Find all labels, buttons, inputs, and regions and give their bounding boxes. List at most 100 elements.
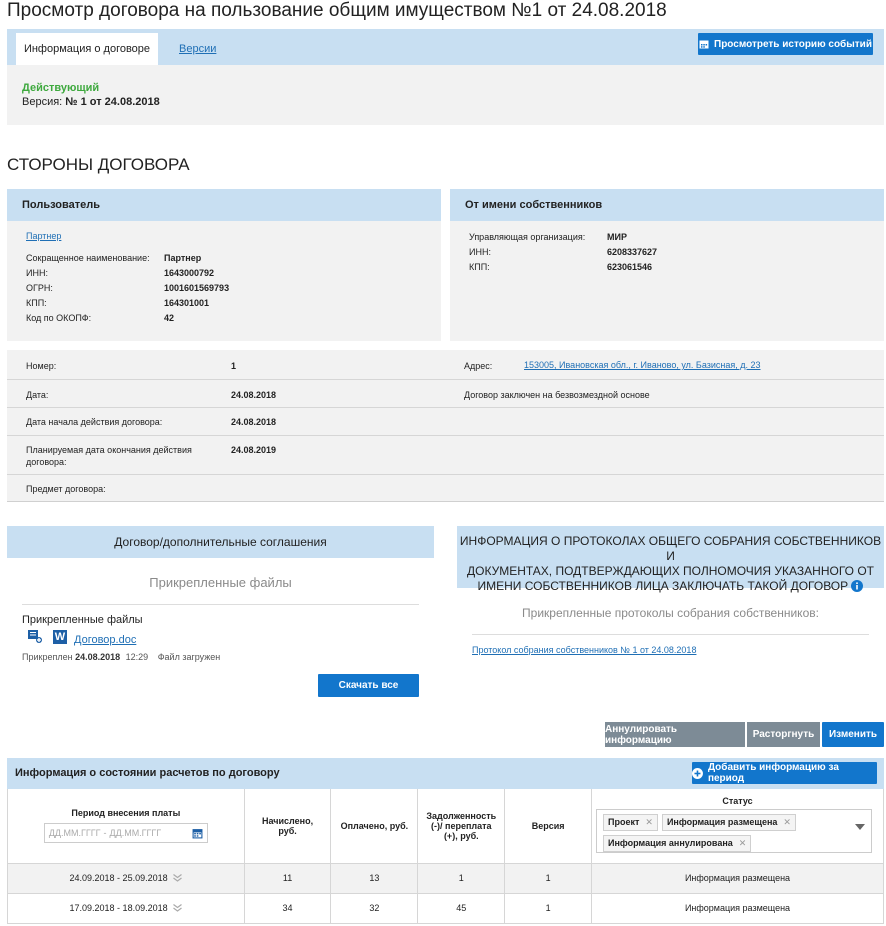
user-party-panel: Пользователь Партнер Сокращенное наимено… xyxy=(7,189,441,341)
debt-cell: 1 xyxy=(417,863,506,894)
page-title: Просмотр договора на пользование общим и… xyxy=(7,0,667,21)
status-tag-label: Информация размещена xyxy=(666,817,778,827)
plus-circle-icon xyxy=(692,767,703,779)
row-divider xyxy=(7,379,884,380)
remove-tag-icon[interactable]: ✕ xyxy=(783,817,791,827)
field-value: Партнер xyxy=(164,253,202,263)
attached-prefix: Прикреплен xyxy=(22,652,73,662)
row-divider xyxy=(7,435,884,436)
row-divider xyxy=(7,474,884,475)
address-link[interactable]: 153005, Ивановская обл., г. Иваново, ул.… xyxy=(524,360,761,370)
download-all-button[interactable]: Скачать все xyxy=(318,674,419,697)
attached-time: 12:29 xyxy=(125,652,149,662)
paid-cell: 32 xyxy=(330,893,419,924)
protocols-subtitle: Прикрепленные протоколы собрания собстве… xyxy=(522,606,819,620)
protocols-header-line: ДОКУМЕНТАХ, ПОДТВЕРЖДАЮЩИХ ПОЛНОМОЧИЯ УК… xyxy=(466,564,874,578)
field-value: 1001601569793 xyxy=(164,283,230,293)
user-party-header: Пользователь xyxy=(7,189,441,221)
remove-tag-icon[interactable]: ✕ xyxy=(645,817,653,827)
address-label: Адрес: xyxy=(464,361,493,371)
field-value: 623061546 xyxy=(607,262,653,272)
field-label: КПП: xyxy=(469,262,490,272)
status-badge: Действующий xyxy=(22,82,100,94)
field-label: ОГРН: xyxy=(26,283,53,293)
subject-label: Предмет договора: xyxy=(26,484,106,494)
accrued-header-line: Начислено, xyxy=(262,815,314,826)
debt-header: Задолженность (-)/ переплата (+), руб. xyxy=(417,789,506,864)
field-label: ИНН: xyxy=(26,268,48,278)
debt-header-line: (-)/ переплата xyxy=(431,820,492,831)
file-status: Файл загружен xyxy=(157,652,221,662)
paid-cell: 13 xyxy=(330,863,419,894)
signature-icon[interactable] xyxy=(28,630,42,643)
date-value: 24.08.2018 xyxy=(231,390,277,400)
add-period-button[interactable]: Добавить информацию за период xyxy=(692,762,877,784)
table-row[interactable]: 24.09.2018 - 25.09.2018 11 13 1 1 Информ… xyxy=(7,863,884,894)
field-label: Код по ОКОПФ: xyxy=(26,313,92,323)
end-date-label-cont: договора: xyxy=(26,457,67,467)
debt-cell: 45 xyxy=(417,893,506,924)
end-date-value: 24.08.2019 xyxy=(231,445,277,455)
protocols-header-line: ИМЕНИ СОБСТВЕННИКОВ ЛИЦА ЗАКЛЮЧАТЬ ТАКОЙ… xyxy=(457,579,884,594)
field-label: ИНН: xyxy=(469,247,491,257)
remove-tag-icon[interactable]: ✕ xyxy=(739,838,747,848)
free-basis-note: Договор заключен на безвозмездной основе xyxy=(464,390,650,400)
field-label: КПП: xyxy=(26,298,47,308)
protocols-header-text: ИМЕНИ СОБСТВЕННИКОВ ЛИЦА ЗАКЛЮЧАТЬ ТАКОЙ… xyxy=(477,579,849,593)
tab-contract-info[interactable]: Информация о договоре xyxy=(16,33,158,65)
status-tag[interactable]: Информация размещена ✕ xyxy=(661,814,796,831)
tab-versions[interactable]: Версии xyxy=(179,43,216,55)
accrued-header: Начислено, руб. xyxy=(244,789,332,864)
accrued-cell: 11 xyxy=(244,863,332,894)
dropdown-arrow-icon[interactable] xyxy=(855,824,866,830)
period-cell: 17.09.2018 - 18.09.2018 xyxy=(7,893,245,924)
protocols-header: ИНФОРМАЦИЯ О ПРОТОКОЛАХ ОБЩЕГО СОБРАНИЯ … xyxy=(457,526,884,593)
status-filter[interactable]: Проект ✕ Информация размещена ✕Информация а… xyxy=(596,809,873,853)
agreements-card: Договор/дополнительные соглашения Прикре… xyxy=(7,526,434,706)
expand-chevron-icon[interactable] xyxy=(173,904,182,912)
version-line: Версия: № 1 от 24.08.2018 xyxy=(22,96,160,108)
owner-party-panel: От имени собственников Управляющая орган… xyxy=(450,189,884,341)
field-value: 42 xyxy=(164,313,175,323)
version-cell: 1 xyxy=(504,863,593,894)
debt-header-line: Задолженность xyxy=(426,810,497,821)
end-date-label: Планируемая дата окончания действия xyxy=(26,445,192,455)
info-icon[interactable] xyxy=(851,580,864,592)
status-cell: Информация размещена xyxy=(591,893,884,924)
status-tag[interactable]: Информация аннулирована ✕ xyxy=(603,835,752,852)
date-to-input[interactable]: ДД.ММ.ГГГГ xyxy=(110,828,162,838)
field-value: МИР xyxy=(607,232,627,242)
period-header: Период внесения платы ДД.ММ.ГГГГ - ДД.ММ… xyxy=(7,789,245,864)
period-filter[interactable]: ДД.ММ.ГГГГ - ДД.ММ.ГГГГ xyxy=(43,823,208,844)
status-tag[interactable]: Проект ✕ xyxy=(603,814,658,831)
view-history-label: Просмотреть историю событий xyxy=(714,38,872,50)
field-value: 6208337627 xyxy=(607,247,658,257)
expand-chevron-icon[interactable] xyxy=(173,874,182,882)
terminate-button[interactable]: Расторгнуть xyxy=(747,722,820,747)
start-date-value: 24.08.2018 xyxy=(231,417,277,427)
number-value: 1 xyxy=(231,361,237,371)
attached-files-label: Прикрепленные файлы xyxy=(22,614,143,626)
version-label: Версия: xyxy=(22,96,63,108)
file-link[interactable]: Договор.doc xyxy=(74,634,136,646)
period-header-label: Период внесения платы xyxy=(71,808,181,819)
table-row[interactable]: 17.09.2018 - 18.09.2018 34 32 45 1 Инфор… xyxy=(7,893,884,924)
calendar-icon xyxy=(699,40,709,49)
protocols-card: ИНФОРМАЦИЯ О ПРОТОКОЛАХ ОБЩЕГО СОБРАНИЯ … xyxy=(457,526,884,666)
edit-button[interactable]: Изменить xyxy=(822,722,884,747)
partner-link[interactable]: Партнер xyxy=(26,231,61,241)
calendar-icon[interactable] xyxy=(192,828,203,839)
date-from-input[interactable]: ДД.ММ.ГГГГ xyxy=(49,828,101,838)
status-cell: Информация размещена xyxy=(591,863,884,894)
annul-info-button[interactable]: Аннулировать информацию xyxy=(605,722,745,747)
protocol-link[interactable]: Протокол собрания собственников № 1 от 2… xyxy=(472,645,696,655)
parties-section-title: СТОРОНЫ ДОГОВОРА xyxy=(7,155,190,174)
divider xyxy=(472,634,869,635)
field-value: 1643000792 xyxy=(164,268,215,278)
version-cell: 1 xyxy=(504,893,593,924)
word-document-icon: W xyxy=(53,630,67,644)
view-history-button[interactable]: Просмотреть историю событий xyxy=(698,33,873,55)
period-value: 24.09.2018 - 25.09.2018 xyxy=(69,873,168,883)
accrued-cell: 34 xyxy=(244,893,332,924)
field-label: Сокращенное наименование: xyxy=(26,253,150,263)
